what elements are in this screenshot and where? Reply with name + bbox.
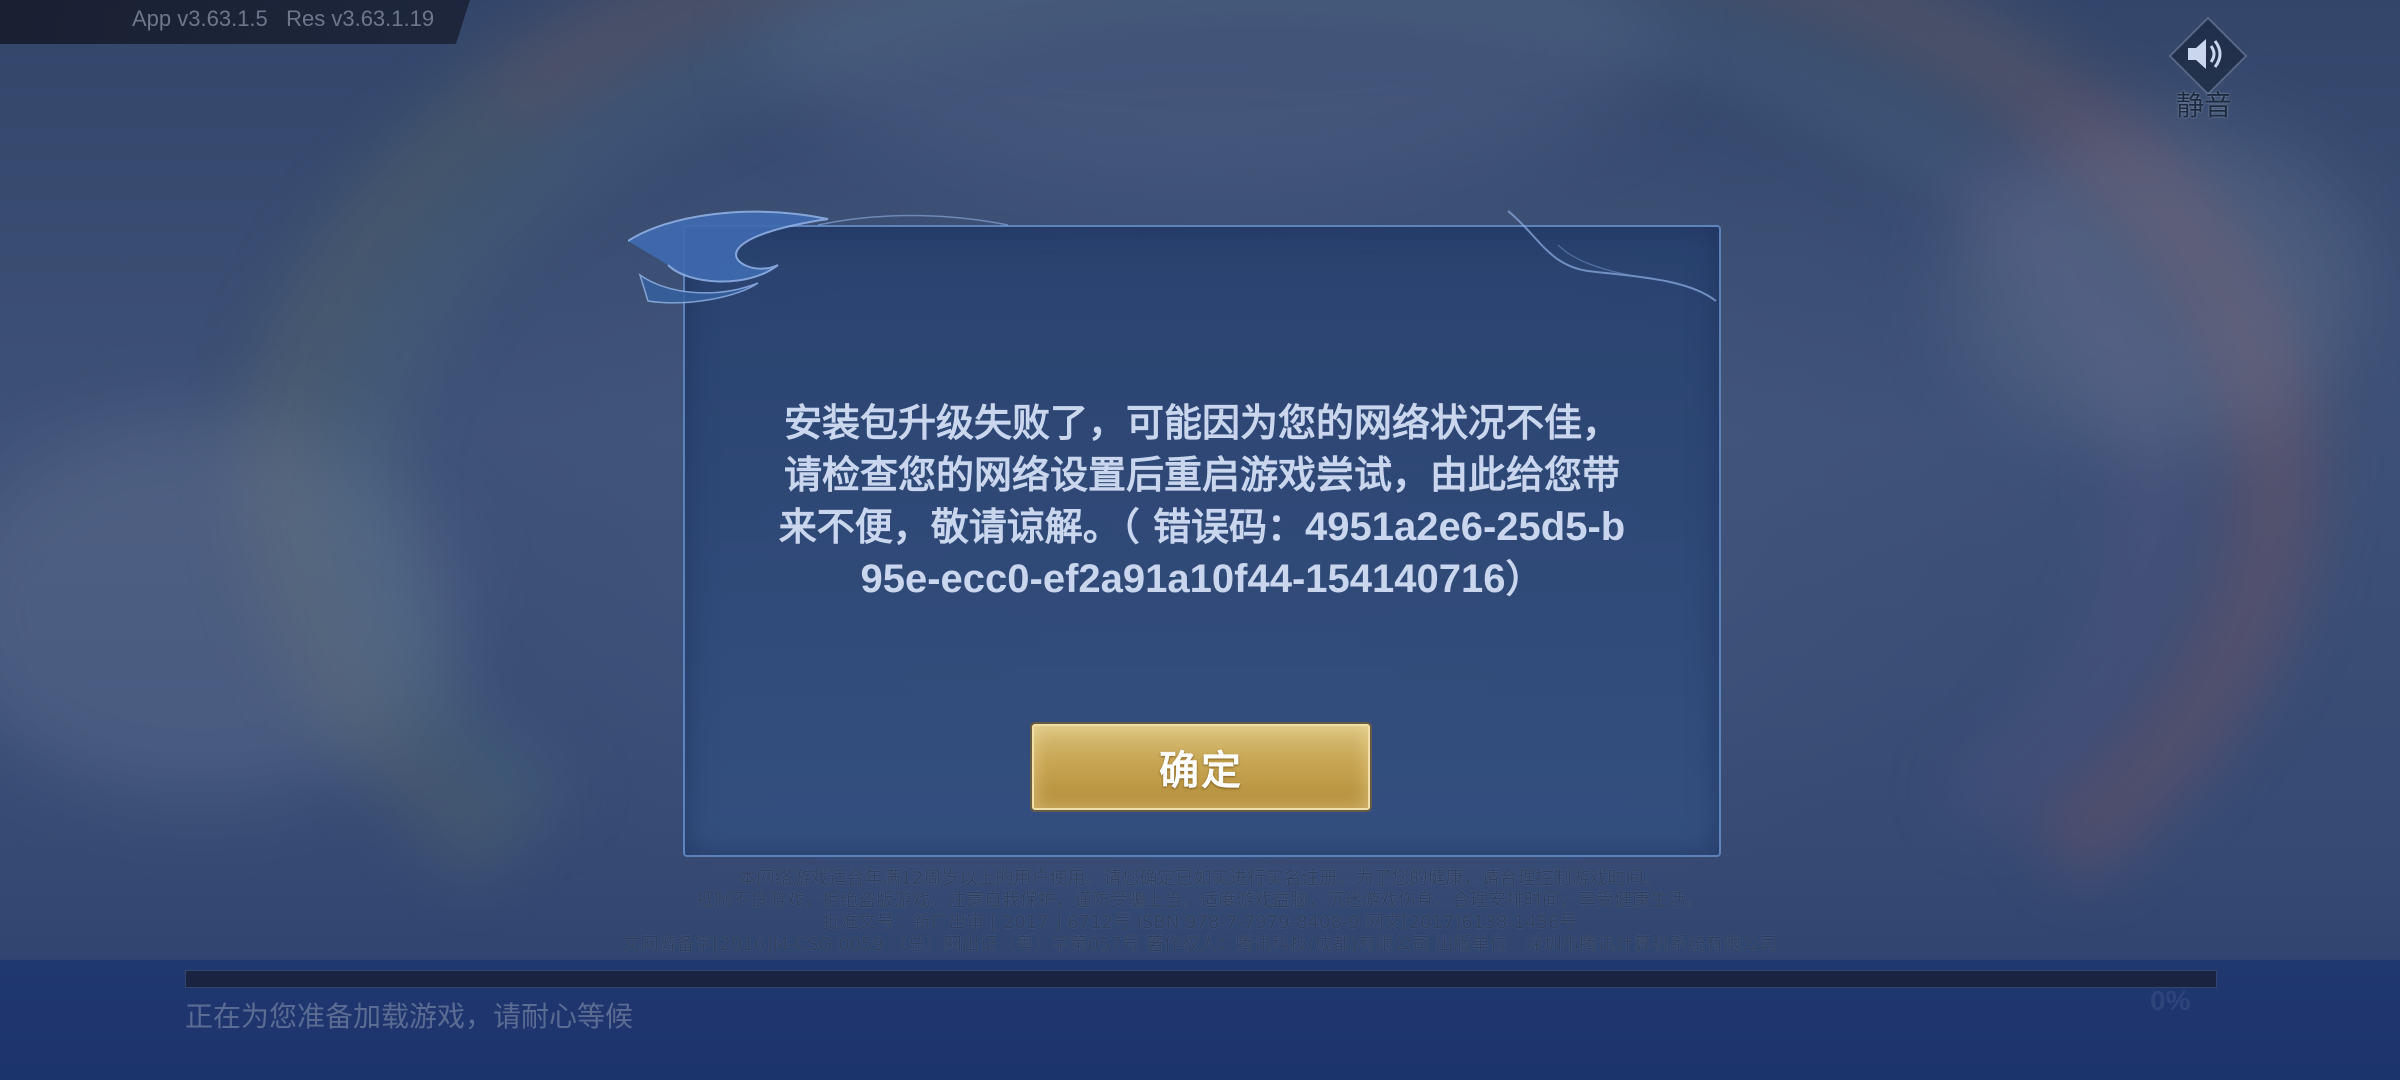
speaker-icon [2188,39,2222,69]
error-message-line-4: 95e-ecc0-ef2a91a10f44-154140716） [715,553,1689,605]
error-message-suffix: ） [1505,557,1544,601]
loading-progress-bar [185,970,2217,988]
mute-label: 静音 [2176,89,2233,122]
legal-line-3: 批准文号：新广出审 [ 2017 ] 6712号 ISBN 978-7-7979… [822,912,1578,933]
legal-line-1: 本网络游戏适合年满12周岁以上的用户使用。请您确定已如实进行实名注册。为了您的健… [738,868,1662,889]
legal-line-2: 抵制不良游戏，拒绝盗版游戏。注意自我保护，谨防受骗上当。适度游戏益脑，沉迷游戏伤… [696,890,1704,911]
version-text: App v3.63.1.5 Res v3.63.1.19 [132,6,435,31]
mute-button[interactable]: 静音 [2168,16,2248,128]
confirm-button-label: 确定 [1159,748,1243,794]
loading-progress-percent: 0% [2150,985,2191,1016]
error-code-part-2: 95e-ecc0-ef2a91a10f44-154140716 [860,557,1506,601]
error-message-line-3-text: 来不便，敬请谅解。（ 错误码： [778,505,1305,549]
error-message: 安装包升级失败了，可能因为您的网络状况不佳， 请检查您的网络设置后重启游戏尝试，… [715,397,1689,605]
game-loading-screen: App v3.63.1.5 Res v3.63.1.19 静音 安装包升级失败了… [0,0,2400,1080]
confirm-button[interactable]: 确定 [1032,724,1370,810]
error-message-line-2: 请检查您的网络设置后重启游戏尝试，由此给您带 [783,453,1620,497]
legal-line-4: 文网游备字[2016]M-CSG 0059 （总）网出证（粤）字第057号 著作… [622,934,1778,955]
legal-notice: 本网络游戏适合年满12周岁以上的用户使用。请您确定已如实进行实名注册。为了您的健… [500,868,1900,956]
error-message-line-3: 来不便，敬请谅解。（ 错误码：4951a2e6-25d5-b [715,501,1689,553]
error-code-part-1: 4951a2e6-25d5-b [1305,505,1626,549]
error-message-line-1: 安装包升级失败了，可能因为您的网络状况不佳， [783,401,1620,445]
loading-status-text: 正在为您准备加载游戏，请耐心等候 [185,1000,634,1033]
